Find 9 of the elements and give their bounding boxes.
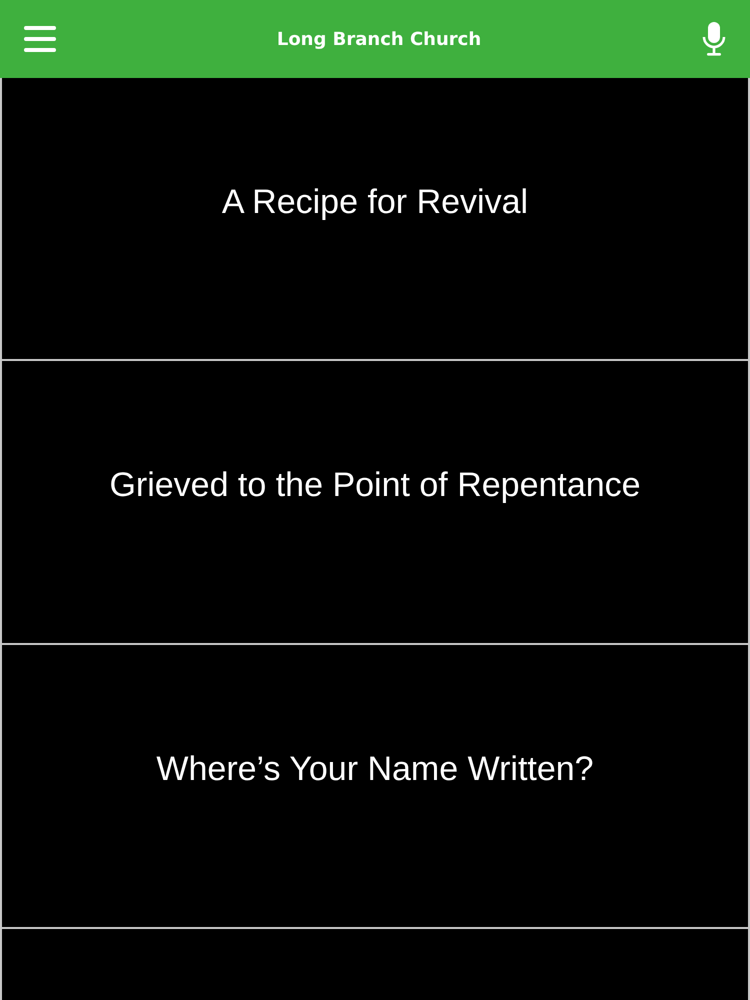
app-title: Long Branch Church <box>276 28 482 50</box>
sermon-title: Grieved to the Point of Repentance <box>109 465 641 505</box>
microphone-icon[interactable] <box>702 22 726 56</box>
sermon-card[interactable]: Where’s Your Name Written? <box>2 645 748 929</box>
menu-icon[interactable] <box>24 25 56 53</box>
sermon-card[interactable]: A Recipe for Revival <box>2 78 748 361</box>
sermon-card[interactable]: Grieved to the Point of Repentance <box>2 361 748 645</box>
sermon-title: Where’s Your Name Written? <box>156 749 594 789</box>
sermon-title: A Recipe for Revival <box>222 182 528 222</box>
